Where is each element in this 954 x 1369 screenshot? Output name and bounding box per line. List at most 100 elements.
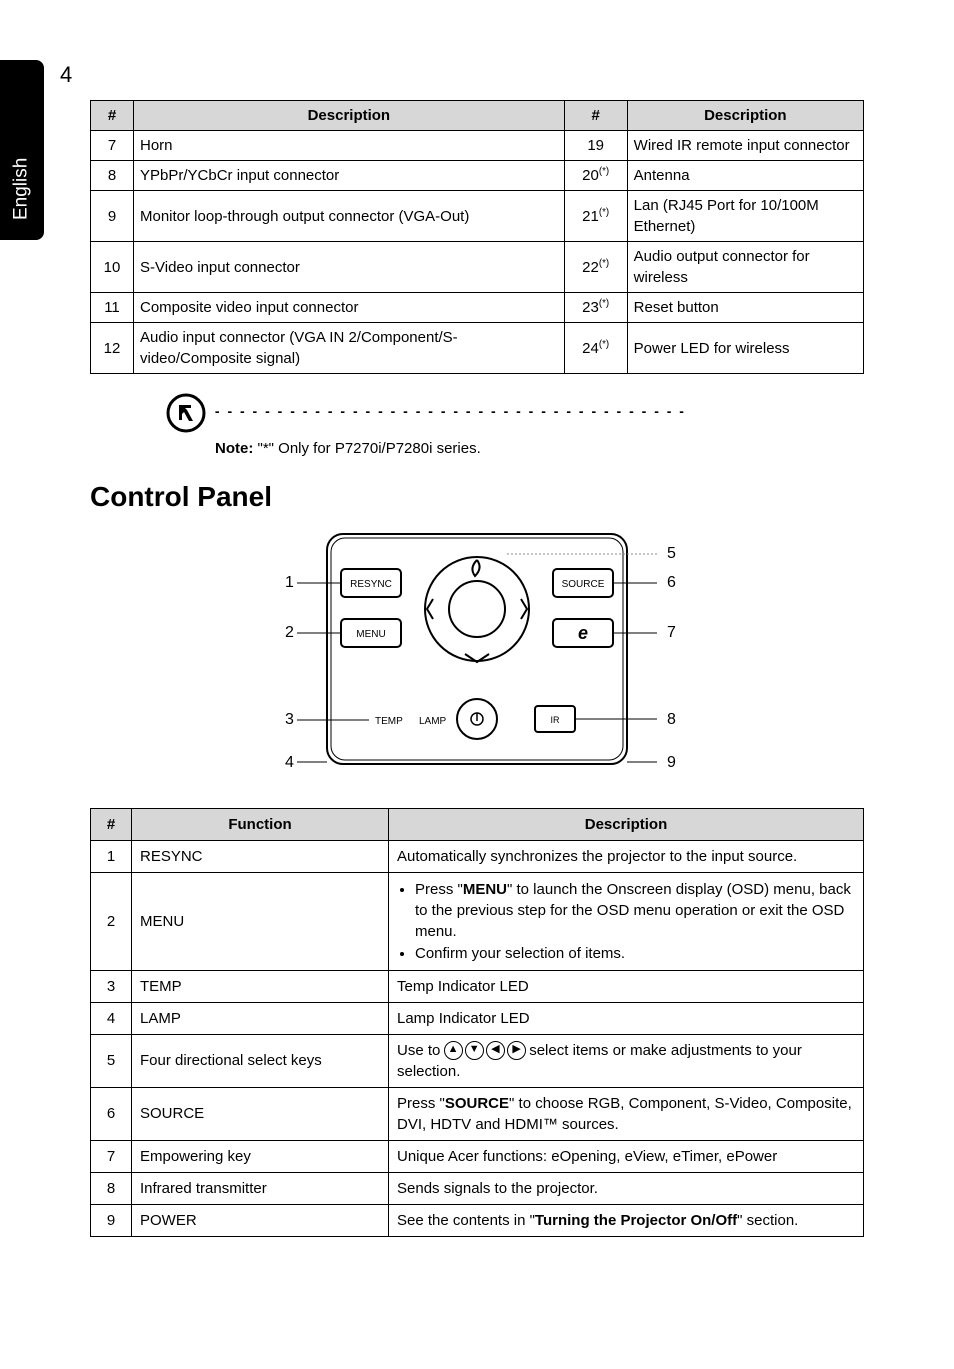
t1-r2-d2: Antenna — [627, 161, 863, 191]
arrow-down-icon: ▼ — [465, 1041, 484, 1060]
t1-r4-d1: S-Video input connector — [134, 242, 565, 293]
t1-r6-d1: Audio input connector (VGA IN 2/Componen… — [134, 323, 565, 374]
t1-r6-n1: 12 — [91, 323, 134, 374]
t2-r3-fn: TEMP — [132, 970, 389, 1002]
svg-text:8: 8 — [667, 711, 676, 728]
svg-text:1: 1 — [285, 574, 294, 591]
t2-head-function: Function — [132, 808, 389, 840]
table-row: 8 Infrared transmitter Sends signals to … — [91, 1172, 864, 1204]
t1-r4-n1: 10 — [91, 242, 134, 293]
description-table-1: # Description # Description 7 Horn 19 Wi… — [90, 100, 864, 374]
svg-text:MENU: MENU — [356, 629, 385, 640]
table-row: 4 LAMP Lamp Indicator LED — [91, 1002, 864, 1034]
t1-r1-d2: Wired IR remote input connector — [627, 131, 863, 161]
t2-r8-fn: Infrared transmitter — [132, 1172, 389, 1204]
t2-r3-n: 3 — [91, 970, 132, 1002]
table-row: 9 Monitor loop-through output connector … — [91, 191, 864, 242]
t2-r5-n: 5 — [91, 1034, 132, 1087]
t2-r3-desc: Temp Indicator LED — [389, 970, 864, 1002]
table-row: 1 RESYNC Automatically synchronizes the … — [91, 840, 864, 872]
table-row: 7 Horn 19 Wired IR remote input connecto… — [91, 131, 864, 161]
t2-r2-fn: MENU — [132, 872, 389, 970]
svg-text:9: 9 — [667, 754, 676, 771]
t2-head-hash: # — [91, 808, 132, 840]
t2-r9-fn: POWER — [132, 1204, 389, 1236]
t2-r2-n: 2 — [91, 872, 132, 970]
t2-r8-desc: Sends signals to the projector. — [389, 1172, 864, 1204]
t2-r9-desc: See the contents in "Turning the Project… — [389, 1204, 864, 1236]
svg-text:2: 2 — [285, 624, 294, 641]
page-number: 4 — [60, 60, 72, 91]
table-row: 11 Composite video input connector 23(*)… — [91, 293, 864, 323]
t2-r1-n: 1 — [91, 840, 132, 872]
side-tab-english: English — [0, 60, 44, 240]
t1-r3-n2: 21(*) — [564, 191, 627, 242]
svg-text:IR: IR — [551, 715, 561, 725]
arrow-up-icon: ▲ — [444, 1041, 463, 1060]
svg-text:7: 7 — [667, 624, 676, 641]
t1-head-hash2: # — [564, 101, 627, 131]
arrow-right-icon: ▶ — [507, 1041, 526, 1060]
t2-r9-n: 9 — [91, 1204, 132, 1236]
svg-text:RESYNC: RESYNC — [350, 579, 392, 590]
t2-r7-fn: Empowering key — [132, 1140, 389, 1172]
t2-r1-desc: Automatically synchronizes the projector… — [389, 840, 864, 872]
t1-head-desc1: Description — [134, 101, 565, 131]
t2-r7-n: 7 — [91, 1140, 132, 1172]
t1-r4-d2: Audio output connector for wireless — [627, 242, 863, 293]
t1-r2-n1: 8 — [91, 161, 134, 191]
table-row: 8 YPbPr/YCbCr input connector 20(*) Ante… — [91, 161, 864, 191]
svg-text:e: e — [578, 623, 588, 643]
table-row: 5 Four directional select keys Use to ▲ … — [91, 1034, 864, 1087]
svg-text:4: 4 — [285, 754, 294, 771]
t2-r4-fn: LAMP — [132, 1002, 389, 1034]
t2-r6-fn: SOURCE — [132, 1087, 389, 1140]
t1-r1-d1: Horn — [134, 131, 565, 161]
t1-r4-n2: 22(*) — [564, 242, 627, 293]
svg-text:3: 3 — [285, 711, 294, 728]
t2-head-description: Description — [389, 808, 864, 840]
control-panel-diagram: RESYNC SOURCE MENU e TEMP LAMP IR — [257, 524, 697, 790]
t1-r5-n2: 23(*) — [564, 293, 627, 323]
section-title: Control Panel — [90, 477, 864, 516]
t2-r6-n: 6 — [91, 1087, 132, 1140]
t1-r1-n1: 7 — [91, 131, 134, 161]
note-icon — [165, 392, 207, 434]
t1-head-desc2: Description — [627, 101, 863, 131]
t2-r8-n: 8 — [91, 1172, 132, 1204]
table-row: 12 Audio input connector (VGA IN 2/Compo… — [91, 323, 864, 374]
t1-head-hash1: # — [91, 101, 134, 131]
table-row: 10 S-Video input connector 22(*) Audio o… — [91, 242, 864, 293]
function-table: # Function Description 1 RESYNC Automati… — [90, 808, 864, 1237]
t1-r1-n2: 19 — [564, 131, 627, 161]
table-row: 6 SOURCE Press "SOURCE" to choose RGB, C… — [91, 1087, 864, 1140]
t1-r5-d2: Reset button — [627, 293, 863, 323]
svg-text:TEMP: TEMP — [375, 716, 403, 727]
t2-r5-desc: Use to ▲ ▼ ◀ ▶ select items or make adju… — [389, 1034, 864, 1087]
t1-r3-d2: Lan (RJ45 Port for 10/100M Ethernet) — [627, 191, 863, 242]
table-row: 7 Empowering key Unique Acer functions: … — [91, 1140, 864, 1172]
t1-r2-d1: YPbPr/YCbCr input connector — [134, 161, 565, 191]
t1-r2-n2: 20(*) — [564, 161, 627, 191]
svg-text:5: 5 — [667, 545, 676, 562]
t1-r3-n1: 9 — [91, 191, 134, 242]
t1-r6-n2: 24(*) — [564, 323, 627, 374]
table-row: 3 TEMP Temp Indicator LED — [91, 970, 864, 1002]
note-text: Note: "*" Only for P7270i/P7280i series. — [215, 438, 864, 459]
t1-r6-d2: Power LED for wireless — [627, 323, 863, 374]
t2-r2-desc: Press "MENU" to launch the Onscreen disp… — [389, 872, 864, 970]
arrow-left-icon: ◀ — [486, 1041, 505, 1060]
t1-r5-d1: Composite video input connector — [134, 293, 565, 323]
t2-r6-desc: Press "SOURCE" to choose RGB, Component,… — [389, 1087, 864, 1140]
t1-r3-d1: Monitor loop-through output connector (V… — [134, 191, 565, 242]
t2-r5-fn: Four directional select keys — [132, 1034, 389, 1087]
t2-r1-fn: RESYNC — [132, 840, 389, 872]
table-row: 2 MENU Press "MENU" to launch the Onscre… — [91, 872, 864, 970]
svg-text:SOURCE: SOURCE — [562, 579, 605, 590]
t1-r5-n1: 11 — [91, 293, 134, 323]
t2-r4-n: 4 — [91, 1002, 132, 1034]
t2-r4-desc: Lamp Indicator LED — [389, 1002, 864, 1034]
table-row: 9 POWER See the contents in "Turning the… — [91, 1204, 864, 1236]
svg-text:LAMP: LAMP — [419, 716, 447, 727]
t2-r7-desc: Unique Acer functions: eOpening, eView, … — [389, 1140, 864, 1172]
